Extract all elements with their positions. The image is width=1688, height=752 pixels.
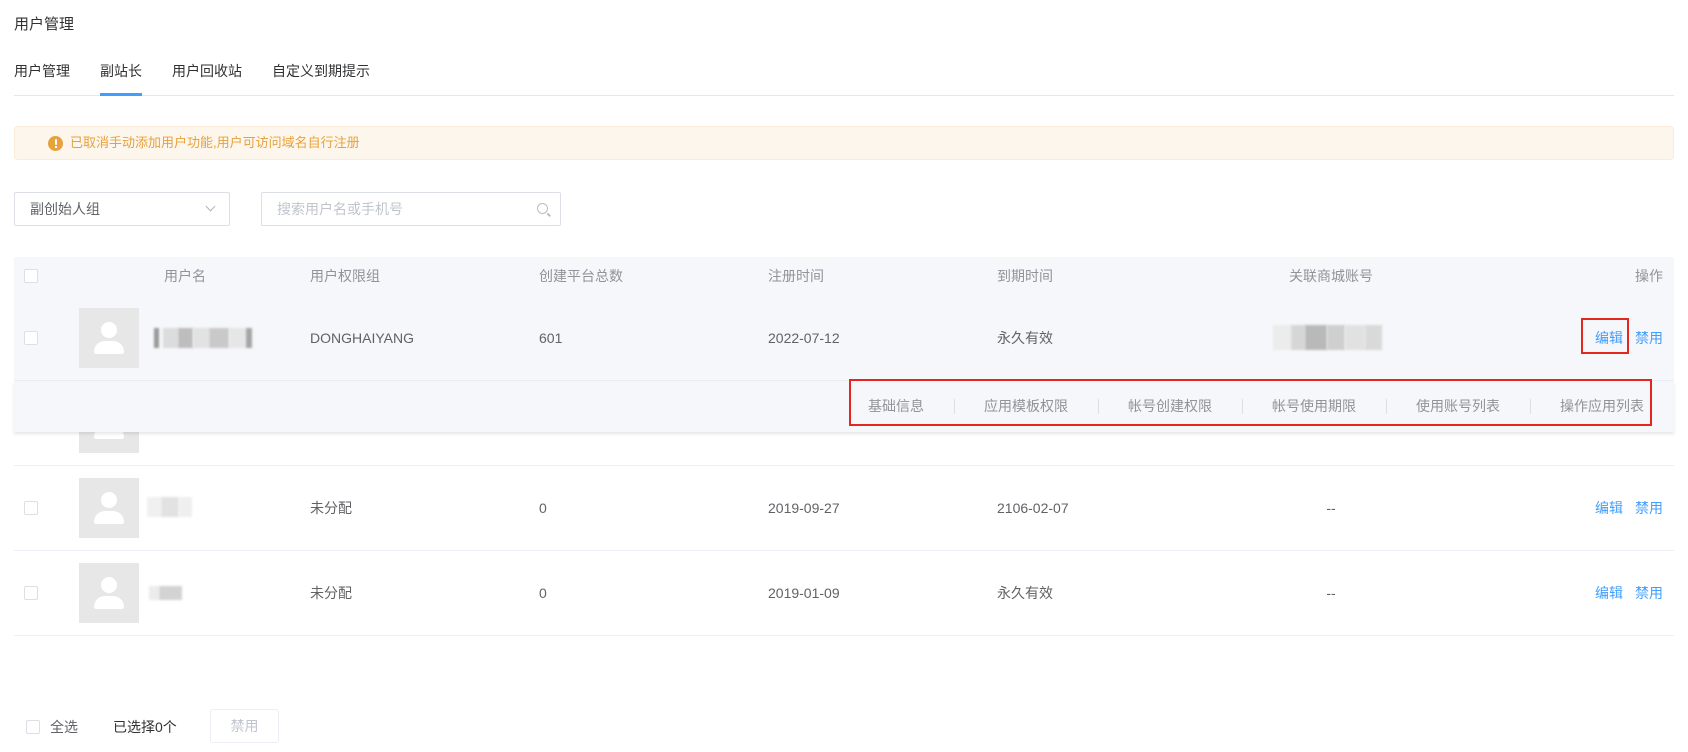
edit-link[interactable]: 编辑: [1595, 330, 1623, 346]
redacted-username: [154, 328, 252, 348]
search-input[interactable]: [262, 193, 524, 225]
cell-registered: 2022-07-12: [768, 330, 840, 346]
disable-link[interactable]: 禁用: [1635, 585, 1663, 601]
redacted-store-account: [1273, 325, 1382, 350]
chevron-down-icon: [205, 201, 216, 212]
cell-actions: 编辑 禁用: [1595, 296, 1663, 380]
cell-platform-count: 0: [539, 500, 547, 516]
menu-item-basic-info[interactable]: 基础信息: [838, 381, 954, 432]
user-avatar-icon: [79, 308, 139, 368]
tab-user-recycle-bin[interactable]: 用户回收站: [172, 56, 242, 86]
header-checkbox[interactable]: [24, 269, 38, 283]
user-group-select-value: 副创始人组: [30, 201, 100, 217]
cell-group: 未分配: [310, 500, 352, 516]
bulk-disable-button[interactable]: 禁用: [210, 709, 279, 743]
header-platform-count: 创建平台总数: [539, 268, 623, 284]
cell-group: 未分配: [310, 585, 352, 601]
row-checkbox[interactable]: [24, 501, 38, 515]
header-store-account: 关联商城账号: [1289, 268, 1373, 284]
search-icon[interactable]: [537, 203, 548, 214]
cell-platform-count: 601: [539, 330, 563, 346]
warning-icon: [48, 135, 63, 151]
edit-link[interactable]: 编辑: [1595, 500, 1623, 516]
header-group: 用户权限组: [310, 268, 380, 284]
select-all-checkbox[interactable]: [26, 720, 40, 734]
cell-group: DONGHAIYANG: [310, 330, 414, 346]
header-expires: 到期时间: [997, 268, 1053, 284]
header-registered: 注册时间: [768, 268, 824, 284]
cell-registered: 2019-01-09: [768, 585, 840, 601]
header-username: 用户名: [164, 268, 206, 284]
table-header: 用户名 用户权限组 创建平台总数 注册时间 到期时间 关联商城账号 操作: [14, 257, 1674, 296]
disable-link[interactable]: 禁用: [1635, 500, 1663, 516]
disable-link[interactable]: 禁用: [1635, 330, 1663, 346]
header-actions: 操作: [1635, 268, 1663, 284]
menu-item-account-create-permission[interactable]: 帐号创建权限: [1098, 381, 1242, 432]
user-group-select[interactable]: 副创始人组: [14, 192, 230, 226]
redacted-username: [147, 497, 192, 517]
table-row: 未分配 0 2019-09-27 2106-02-07 -- 编辑 禁用: [14, 466, 1674, 551]
table-row: 未分配 0 2019-01-09 永久有效 -- 编辑 禁用: [14, 551, 1674, 636]
notice-alert: 已取消手动添加用户功能,用户可访问域名自行注册: [14, 126, 1674, 160]
cell-expires: 永久有效: [997, 330, 1053, 346]
cell-registered: 2019-09-27: [768, 500, 840, 516]
tab-bar: 用户管理 副站长 用户回收站 自定义到期提示: [14, 56, 1674, 96]
user-avatar-icon: [79, 478, 139, 538]
tab-deputy-admin[interactable]: 副站长: [100, 56, 142, 86]
active-tab-indicator: [100, 93, 142, 96]
table-row: DONGHAIYANG 601 2022-07-12 永久有效 编辑 禁用: [14, 296, 1674, 381]
cell-store-account: --: [1326, 585, 1336, 601]
edit-options-menu: 基础信息 应用模板权限 帐号创建权限 帐号使用期限 使用账号列表 操作应用列表: [838, 381, 1674, 432]
cell-actions: 编辑 禁用: [1595, 551, 1663, 635]
redacted-username: [149, 586, 182, 600]
cell-actions: 编辑 禁用: [1595, 466, 1663, 550]
cell-expires: 2106-02-07: [997, 500, 1069, 516]
tab-user-management[interactable]: 用户管理: [14, 56, 70, 86]
user-table: 用户名 用户权限组 创建平台总数 注册时间 到期时间 关联商城账号 操作 DON…: [14, 257, 1674, 637]
tab-custom-expiry-notice[interactable]: 自定义到期提示: [272, 56, 370, 86]
edit-link[interactable]: 编辑: [1595, 585, 1623, 601]
selected-count: 已选择0个: [113, 719, 177, 735]
user-avatar-icon: [79, 563, 139, 623]
alert-text: 已取消手动添加用户功能,用户可访问域名自行注册: [70, 135, 360, 150]
menu-item-app-template-permission[interactable]: 应用模板权限: [954, 381, 1098, 432]
cell-expires: 永久有效: [997, 585, 1053, 601]
menu-item-operate-app-list[interactable]: 操作应用列表: [1530, 381, 1674, 432]
edit-options-panel: 基础信息 应用模板权限 帐号创建权限 帐号使用期限 使用账号列表 操作应用列表: [14, 381, 1674, 432]
menu-item-used-account-list[interactable]: 使用账号列表: [1386, 381, 1530, 432]
row-checkbox[interactable]: [24, 586, 38, 600]
search-box: [261, 192, 561, 226]
cell-platform-count: 0: [539, 585, 547, 601]
row-checkbox[interactable]: [24, 331, 38, 345]
menu-item-account-usage-period[interactable]: 帐号使用期限: [1242, 381, 1386, 432]
page-title: 用户管理: [14, 16, 75, 33]
cell-store-account: --: [1326, 500, 1336, 516]
select-all-label[interactable]: 全选: [50, 716, 78, 738]
